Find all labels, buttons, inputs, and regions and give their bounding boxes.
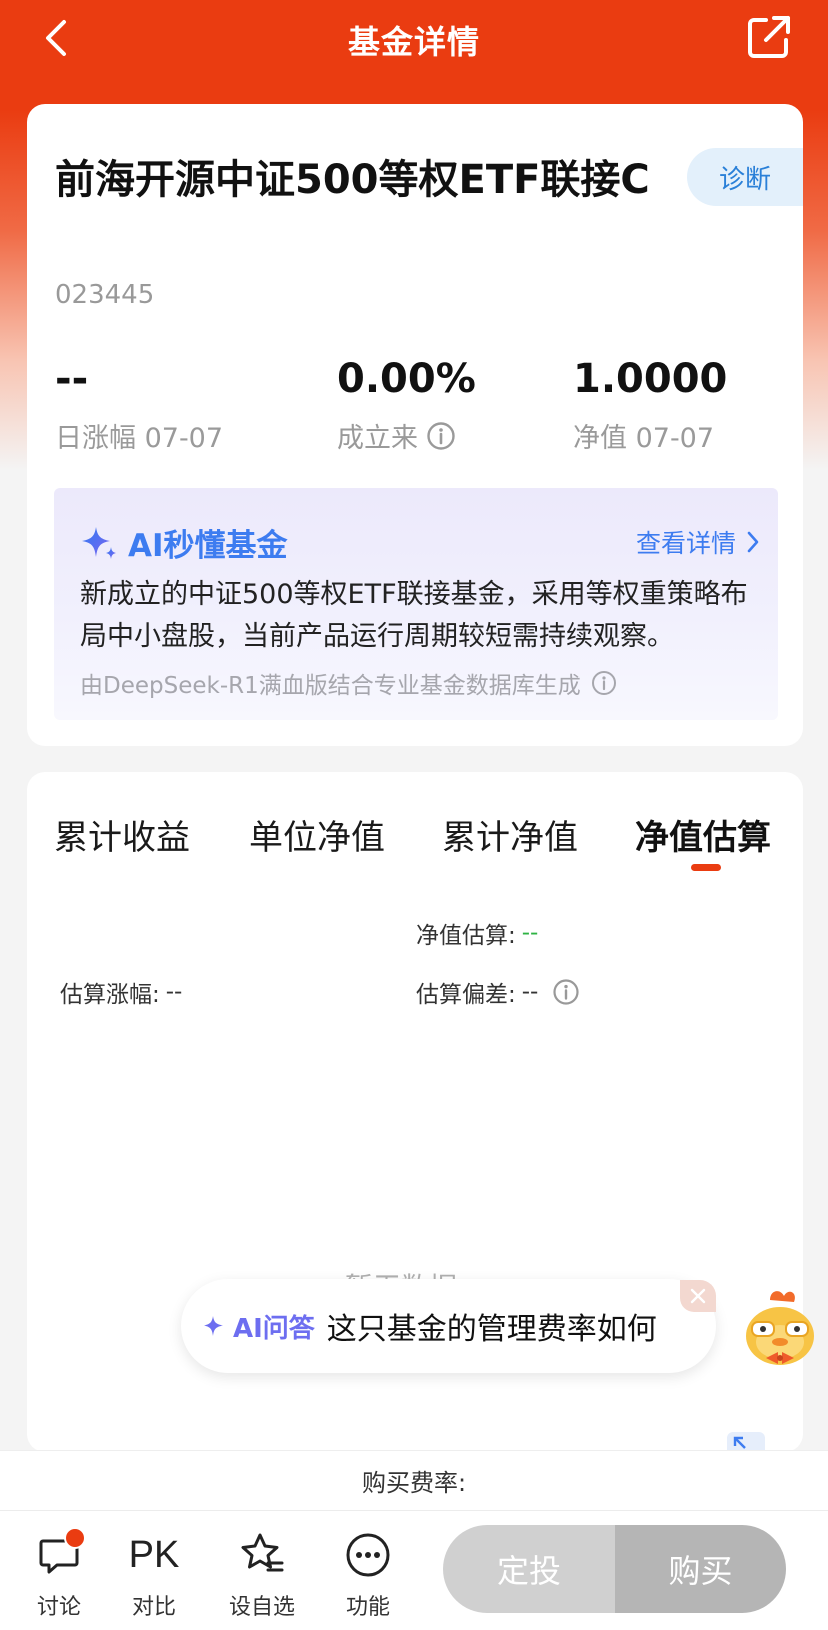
- estimate-deviation-label: 估算偏差:: [416, 982, 516, 1008]
- ai-summary-box[interactable]: AI秒懂基金 查看详情 新成立的中证500等权ETF联接基金，采用等权重策略布局…: [54, 488, 778, 720]
- ai-question-text: 这只基金的管理费率如何: [326, 1312, 657, 1347]
- fund-summary-card: 前海开源中证500等权ETF联接C 诊断 023445 -- 日涨幅 07-07…: [27, 104, 803, 746]
- discuss-label: 讨论: [36, 1595, 81, 1620]
- add-watchlist-button[interactable]: 设自选: [212, 1531, 312, 1621]
- view-details-label: 查看详情: [636, 529, 737, 558]
- more-functions-button[interactable]: 功能: [318, 1531, 418, 1621]
- purchase-fee-bar[interactable]: 购买费率:: [0, 1450, 828, 1510]
- compare-button[interactable]: PK 对比: [104, 1531, 204, 1621]
- estimate-change: 估算涨幅: --: [60, 975, 182, 1009]
- fund-code: 023445: [55, 280, 155, 310]
- estimate-deviation: 估算偏差: --: [416, 975, 580, 1009]
- diagnose-button[interactable]: 诊断: [687, 148, 803, 206]
- close-icon[interactable]: [680, 1280, 716, 1312]
- active-tab-indicator: [691, 864, 721, 871]
- estimate-change-label: 估算涨幅:: [60, 982, 160, 1008]
- nav-estimate-label: 净值估算:: [416, 923, 516, 949]
- ai-source-note: 由DeepSeek-R1满血版结合专业基金数据库生成: [80, 673, 581, 699]
- buy-button[interactable]: 购买: [615, 1525, 786, 1613]
- top-nav: 基金详情: [0, 0, 828, 80]
- chevron-right-icon: [747, 531, 759, 553]
- share-icon[interactable]: [746, 14, 792, 60]
- expand-icon[interactable]: [727, 1432, 765, 1452]
- estimate-deviation-value: --: [521, 979, 539, 1005]
- mascot-icon[interactable]: [736, 1286, 822, 1368]
- stat-value: 1.0000: [573, 356, 728, 402]
- page-title: 基金详情: [347, 23, 480, 61]
- nav-estimate-value: --: [521, 920, 539, 946]
- nav-estimate: 净值估算: --: [416, 916, 538, 950]
- stat-label: 成立来: [337, 423, 418, 454]
- ai-question-bubble[interactable]: AI问答 这只基金的管理费率如何: [181, 1279, 716, 1373]
- tab-nav-estimate[interactable]: 净值估算: [635, 810, 771, 859]
- trade-button-group: 定投 购买: [443, 1525, 786, 1613]
- stat-label: 净值 07-07: [573, 423, 715, 454]
- fund-name: 前海开源中证500等权ETF联接C: [55, 157, 650, 203]
- info-icon[interactable]: [552, 978, 580, 1006]
- stat-value: 0.00%: [337, 356, 476, 402]
- info-icon[interactable]: [426, 421, 456, 451]
- pk-glyph: PK: [128, 1534, 180, 1576]
- stat-label: 日涨幅 07-07: [55, 423, 224, 454]
- purchase-fee-label: 购买费率:: [361, 1469, 467, 1497]
- ai-question-tag: AI问答: [233, 1313, 315, 1344]
- tab-accumulated-nav[interactable]: 累计净值: [442, 810, 578, 859]
- discuss-button[interactable]: 讨论: [9, 1527, 109, 1621]
- tab-cumulative-return[interactable]: 累计收益: [54, 810, 190, 859]
- stat-nav: 1.0000 净值 07-07: [573, 354, 727, 455]
- ai-summary-text: 新成立的中证500等权ETF联接基金，采用等权重策略布局中小盘股，当前产品运行周…: [80, 579, 748, 652]
- compare-label: 对比: [131, 1595, 176, 1620]
- more-functions-label: 功能: [345, 1595, 390, 1620]
- bottom-action-bar: 讨论 PK 对比 设自选 功能 定投 购买: [0, 1510, 828, 1630]
- add-watchlist-label: 设自选: [228, 1595, 295, 1620]
- back-icon[interactable]: [38, 16, 78, 60]
- estimate-change-value: --: [165, 979, 183, 1005]
- sparkle-icon: [204, 1316, 223, 1336]
- sparkle-icon: [82, 526, 116, 559]
- sip-button[interactable]: 定投: [443, 1525, 615, 1613]
- notification-dot: [64, 1527, 86, 1549]
- stat-value: --: [55, 356, 89, 402]
- info-icon[interactable]: [591, 670, 617, 696]
- more-dots-icon: [344, 1531, 392, 1579]
- stat-daily-change: -- 日涨幅 07-07: [55, 354, 223, 455]
- star-list-icon: [238, 1531, 286, 1579]
- pk-icon: PK: [128, 1531, 180, 1579]
- stat-since-inception: 0.00% 成立来: [337, 354, 476, 455]
- ai-summary-title: AI秒懂基金: [128, 528, 288, 564]
- view-details-link[interactable]: 查看详情: [636, 524, 760, 560]
- tab-unit-nav[interactable]: 单位净值: [249, 810, 385, 859]
